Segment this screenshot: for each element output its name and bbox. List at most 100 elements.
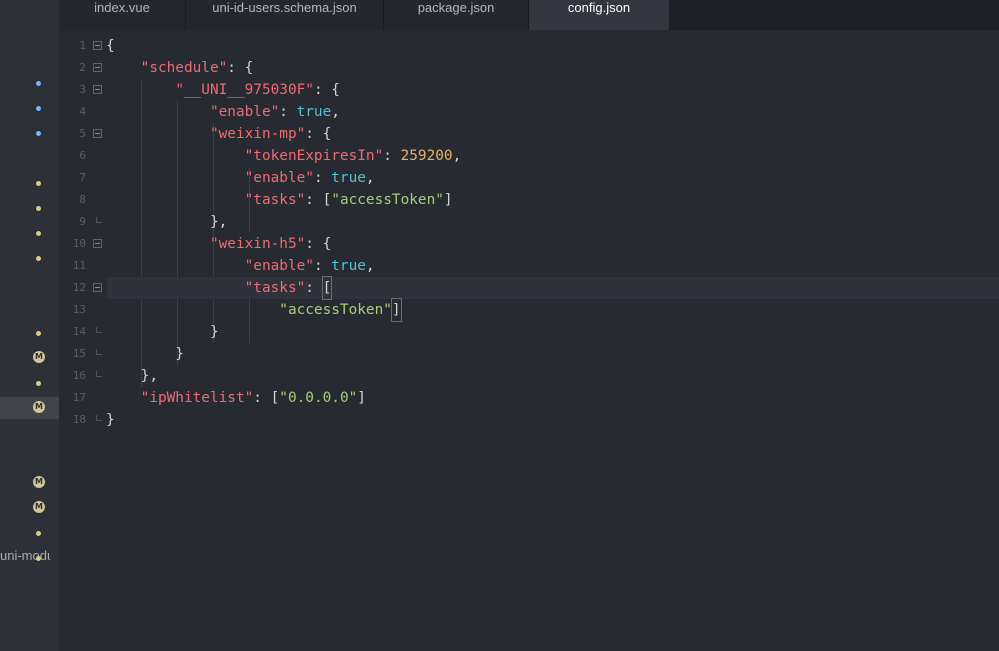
status-dot-icon [36,231,41,236]
modified-badge-icon: M [33,501,45,513]
sidebar-file-item[interactable] [0,72,59,94]
code-text: "weixin-mp": { [209,126,332,142]
tab-bar: index.vue uni-id-users.schema.json packa… [59,0,999,30]
code-line[interactable]: 13 "accessToken"] [59,298,999,322]
code-editor[interactable]: 1{2 "schedule": {3 "__UNI__975030F": {4 … [59,30,999,651]
tab-package-json[interactable]: package.json [384,0,529,30]
sidebar-file-item[interactable] [0,97,59,119]
code-text: "schedule": { [140,60,254,76]
code-text: } [106,324,219,340]
sidebar-file-item[interactable] [0,372,59,394]
status-dot-icon [36,181,41,186]
code-text: } [106,346,184,362]
sidebar-file-item[interactable]: M [0,397,59,419]
sidebar-file-item[interactable]: M [0,472,59,494]
fold-toggle-icon[interactable] [93,85,102,94]
fold-end-marker [96,327,102,333]
sidebar-file-item[interactable] [0,247,59,269]
file-explorer-sidebar: uni-modu M M M M [0,0,60,651]
code-line[interactable]: 16 }, [59,365,999,387]
code-line[interactable]: 18} [59,409,999,431]
line-number: 18 [72,413,86,426]
fold-end-marker [96,371,102,377]
modified-badge-icon: M [33,401,45,413]
status-dot-icon [36,381,41,386]
line-number: 9 [79,215,86,228]
line-number: 14 [72,325,86,338]
line-number: 12 [72,281,86,294]
code-line[interactable]: 10 "weixin-h5": { [59,233,999,255]
status-dot-icon [36,531,41,536]
modified-badge-icon: M [33,351,45,363]
line-number: 3 [79,83,86,96]
code-line[interactable]: 11 "enable": true, [59,255,999,277]
line-number: 17 [72,391,86,404]
code-line[interactable]: 1{ [59,35,999,57]
sidebar-file-item[interactable] [0,322,59,344]
code-line[interactable]: 15 } [59,343,999,365]
line-number: 11 [72,259,86,272]
code-line[interactable]: 12 "tasks": [ [59,276,999,300]
line-number: 10 [72,237,86,250]
status-dot-icon [36,331,41,336]
code-line[interactable]: 17 "ipWhitelist": ["0.0.0.0"] [59,387,999,409]
code-text: }, [106,214,228,230]
fold-end-marker [96,415,102,421]
sidebar-partial-label[interactable]: uni-modu [0,548,50,563]
code-text: { [106,38,115,54]
code-line[interactable]: 6 "tokenExpiresIn": 259200, [59,145,999,167]
line-number: 7 [79,171,86,184]
sidebar-file-item[interactable] [0,197,59,219]
fold-end-marker [96,217,102,223]
sidebar-file-item[interactable]: M [0,347,59,369]
code-text: "ipWhitelist": ["0.0.0.0"] [140,390,366,406]
line-number: 13 [72,303,86,316]
line-number: 16 [72,369,86,382]
line-number: 1 [79,39,86,52]
sidebar-file-item[interactable] [0,122,59,144]
code-text: "enable": true, [209,104,340,120]
sidebar-file-item[interactable]: M [0,497,59,519]
code-line[interactable]: 9 }, [59,211,999,233]
line-number: 15 [72,347,86,360]
fold-toggle-icon[interactable] [93,129,102,138]
status-dot-icon [36,256,41,261]
code-line[interactable]: 14 } [59,321,999,343]
code-text: "tasks": ["accessToken"] [244,192,453,208]
code-text: "enable": true, [244,170,375,186]
fold-toggle-icon[interactable] [93,63,102,72]
code-line[interactable]: 8 "tasks": ["accessToken"] [59,189,999,211]
line-number: 4 [79,105,86,118]
status-dot-icon [36,81,41,86]
code-text: "__UNI__975030F": { [175,82,340,98]
status-dot-icon [36,131,41,136]
tab-config-json[interactable]: config.json [529,0,670,30]
sidebar-file-item[interactable] [0,172,59,194]
code-text: "accessToken"] [106,298,402,322]
code-line[interactable]: 7 "enable": true, [59,167,999,189]
code-line[interactable]: 3 "__UNI__975030F": { [59,79,999,101]
tab-index-vue[interactable]: index.vue [59,0,186,30]
code-text: "tasks": [ [106,276,333,300]
modified-badge-icon: M [33,476,45,488]
code-text: "tokenExpiresIn": 259200, [244,148,462,164]
code-line[interactable]: 2 "schedule": { [59,57,999,79]
line-number: 6 [79,149,86,162]
fold-toggle-icon[interactable] [93,239,102,248]
code-line[interactable]: 5 "weixin-mp": { [59,123,999,145]
sidebar-file-item[interactable] [0,522,59,544]
fold-end-marker [96,349,102,355]
tab-uni-id-users-schema[interactable]: uni-id-users.schema.json [186,0,384,30]
code-text: }, [106,368,158,384]
code-line[interactable]: 4 "enable": true, [59,101,999,123]
code-text: "enable": true, [244,258,375,274]
line-number: 5 [79,127,86,140]
code-text: "weixin-h5": { [209,236,332,252]
sidebar-file-item[interactable] [0,222,59,244]
fold-toggle-icon[interactable] [93,283,102,292]
fold-toggle-icon[interactable] [93,41,102,50]
status-dot-icon [36,556,41,561]
line-number: 8 [79,193,86,206]
status-dot-icon [36,106,41,111]
status-dot-icon [36,206,41,211]
